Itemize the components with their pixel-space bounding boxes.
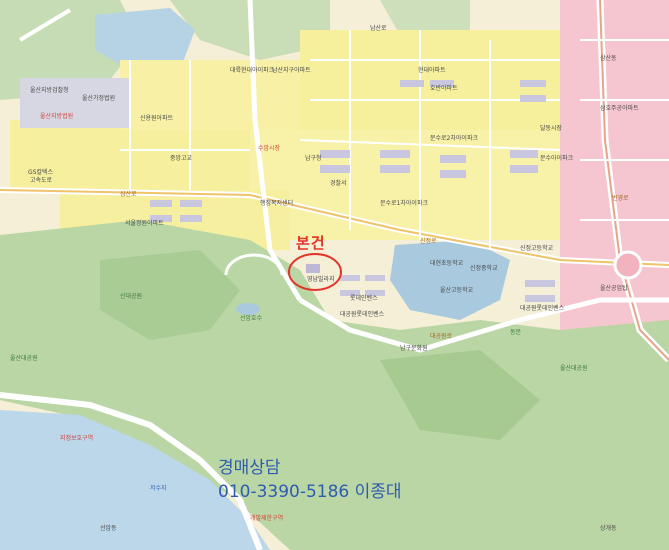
label-seoul-apt: 서울정원아파트 (125, 219, 164, 227)
label-road-wb: 번영로 (612, 194, 629, 202)
label-dalpo: 달동시장 (540, 124, 563, 132)
label-school2: 신정중학교 (470, 264, 498, 272)
label-banks: 신용원아파트 (140, 114, 174, 122)
label-south-hall: 남구문화원 (400, 344, 428, 352)
label-ulsan-park: 울산대공원 (10, 354, 38, 362)
label-daegong-apt2: 대공원롯데인벤스 (520, 304, 565, 312)
consult-box: 경매상담 010-3390-5186 이종대 (218, 456, 402, 504)
block-commercial-east (560, 0, 669, 330)
label-swamp: 저수지 (150, 484, 167, 492)
label-mu-apt2: 문수로2차아이파크 (430, 134, 478, 142)
label-sanggye: 상개동 (600, 524, 617, 532)
label-jungang: 중앙고교 (170, 154, 193, 162)
label-mu-apt: 문수로1차아이파크 (380, 199, 428, 207)
label-welfare: 행정복지센터 (260, 199, 293, 207)
roundabout-gongeop (613, 250, 643, 280)
label-city-office: 남구청 (305, 154, 322, 162)
label-east-school: 신정고등학교 (520, 244, 554, 252)
label-police: 경찰서 (330, 179, 347, 187)
label-court-dist: 울산지방검찰청 (30, 86, 69, 94)
target-label: 본건 (296, 234, 326, 252)
target-building-shape (306, 264, 320, 273)
label-namsan: 남산지구아파트 (272, 66, 311, 74)
consult-title: 경매상담 (218, 458, 281, 478)
label-suam: 수암시장 (258, 144, 281, 152)
label-top-apt: 호반아파트 (430, 84, 458, 92)
label-gs2: 고속도로 (30, 176, 53, 184)
court-complex (20, 78, 130, 128)
label-school1: 대현초등학교 (430, 259, 464, 267)
label-ipark: 문수아이파크 (540, 154, 574, 162)
label-dongneung: 대륙현대아이파크 (230, 66, 275, 74)
label-court-family: 울산가정법원 (82, 94, 115, 102)
label-lotte: 롯데인벤스 (350, 294, 378, 302)
label-ulsan-park-east: 울산대공원 (560, 364, 588, 372)
label-road-sn: 신정로 (420, 237, 437, 245)
label-top-road: 남산로 (370, 24, 387, 32)
label-sunam: 선암동 (100, 524, 117, 532)
target-building-label: 영남빌라지 (307, 275, 335, 283)
pond-west (236, 303, 260, 315)
label-road-dc: 대공원로 (430, 332, 453, 340)
label-hyundai-apt: 현대아파트 (418, 66, 446, 74)
label-gs: GS칼텍스 (28, 168, 53, 176)
label-samho: 삼호주공아파트 (600, 104, 639, 112)
consult-contact[interactable]: 010-3390-5186 이종대 (218, 480, 402, 504)
label-east-gate: 동문 (510, 329, 522, 336)
label-road-main: 삼산로 (120, 190, 137, 198)
label-lake: 선암호수 (240, 314, 263, 322)
block-residential-center (250, 130, 580, 240)
label-sindae: 신대공원 (120, 292, 142, 300)
label-samsan: 삼산동 (600, 54, 617, 62)
label-gongeop: 울산공업탑 (600, 284, 628, 292)
label-daegong-apt: 대공원롯데인벤스 (340, 310, 385, 318)
label-school3: 울산고등학교 (440, 286, 474, 294)
label-sea-area: 지정보호구역 (60, 434, 93, 442)
label-sea-zone: 개발제한구역 (250, 514, 283, 522)
label-court-agency: 울산지방법원 (40, 112, 73, 120)
